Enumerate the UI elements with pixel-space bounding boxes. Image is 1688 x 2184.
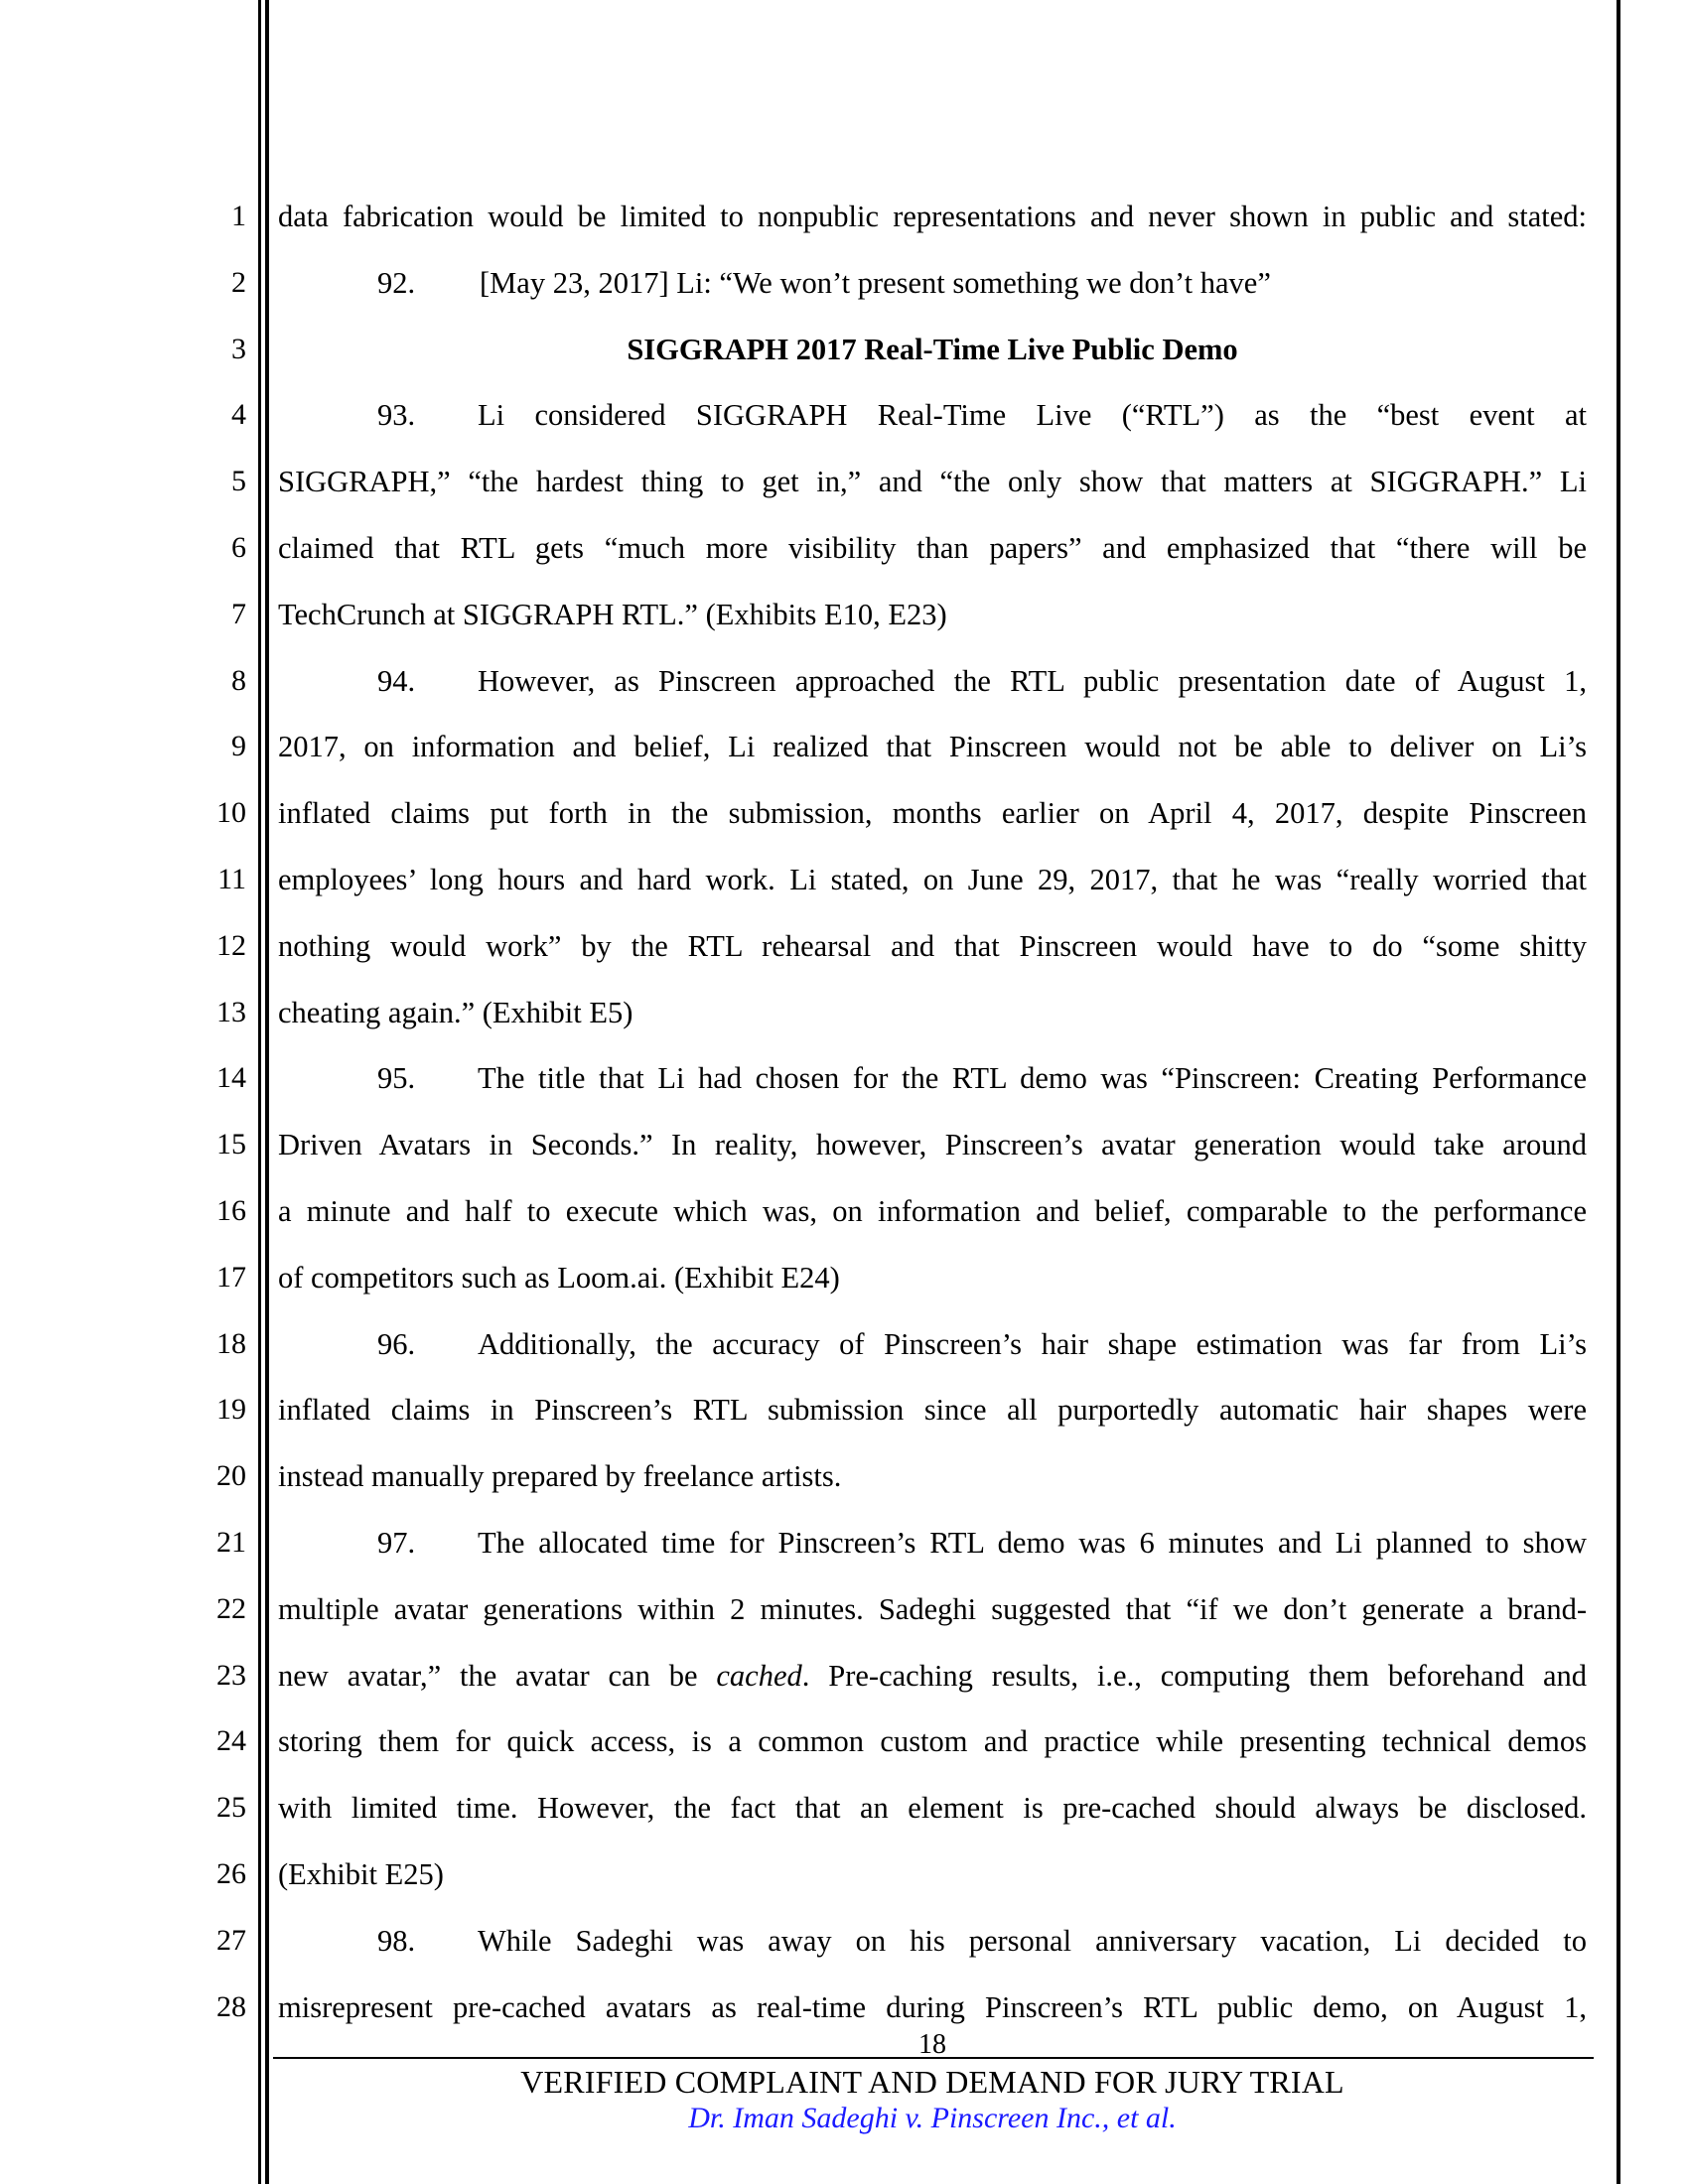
line-number: 10 xyxy=(216,796,246,830)
line-number: 15 xyxy=(216,1128,246,1161)
text-segment: new avatar,” the avatar can be xyxy=(278,1658,717,1693)
text-line: with limited time. However, the fact tha… xyxy=(278,1791,1587,1826)
paragraph-number: 95. xyxy=(377,1061,416,1096)
text-line: instead manually prepared by freelance a… xyxy=(278,1459,842,1494)
line-number: 12 xyxy=(216,928,246,962)
text-line: inflated claims put forth in the submiss… xyxy=(278,796,1587,831)
line-number: 27 xyxy=(216,1923,246,1957)
line-number: 11 xyxy=(217,863,246,895)
line-number: 21 xyxy=(216,1526,246,1559)
text-line: a minute and half to execute which was, … xyxy=(278,1194,1587,1228)
text-line: Driven Avatars in Seconds.” In reality, … xyxy=(278,1128,1587,1162)
text-line: storing them for quick access, is a comm… xyxy=(278,1724,1587,1759)
footer-divider xyxy=(273,2057,1594,2059)
text-line: Li considered SIGGRAPH Real-Time Live (“… xyxy=(478,398,1587,433)
line-number: 22 xyxy=(216,1591,246,1625)
paragraph-number: 96. xyxy=(377,1326,416,1361)
text-line: inflated claims in Pinscreen’s RTL submi… xyxy=(278,1393,1587,1428)
line-number: 19 xyxy=(216,1393,246,1427)
line-number: 9 xyxy=(231,730,246,763)
line-number: 4 xyxy=(231,398,246,432)
line-number: 28 xyxy=(216,1989,246,2023)
line-number: 7 xyxy=(231,597,246,630)
line-number: 23 xyxy=(216,1658,246,1692)
text-line: 2017, on information and belief, Li real… xyxy=(278,730,1587,764)
footer-case-caption: Dr. Iman Sadeghi v. Pinscreen Inc., et a… xyxy=(688,2102,1177,2134)
right-margin-rule xyxy=(1617,0,1620,2184)
text-line: nothing would work” by the RTL rehearsal… xyxy=(278,928,1587,963)
line-number: 16 xyxy=(216,1194,246,1227)
line-number: 18 xyxy=(216,1326,246,1360)
line-number: 6 xyxy=(231,531,246,564)
text-line: The title that Li had chosen for the RTL… xyxy=(478,1061,1587,1096)
left-margin-rule-outer xyxy=(258,0,261,2184)
text-line: SIGGRAPH,” “the hardest thing to get in,… xyxy=(278,465,1587,499)
text-line: The allocated time for Pinscreen’s RTL d… xyxy=(478,1526,1587,1560)
section-heading: SIGGRAPH 2017 Real-Time Live Public Demo xyxy=(627,332,1238,366)
text-line: [May 23, 2017] Li: “We won’t present som… xyxy=(480,265,1271,300)
paragraph-number: 97. xyxy=(377,1526,416,1560)
line-number: 25 xyxy=(216,1791,246,1825)
line-number: 14 xyxy=(216,1061,246,1095)
emphasized-term: cached xyxy=(716,1658,802,1693)
text-line: of competitors such as Loom.ai. (Exhibit… xyxy=(278,1260,840,1295)
footer-title: VERIFIED COMPLAINT AND DEMAND FOR JURY T… xyxy=(520,2064,1344,2100)
left-margin-rule-inner xyxy=(265,0,269,2184)
text-line: TechCrunch at SIGGRAPH RTL.” (Exhibits E… xyxy=(278,597,947,631)
paragraph-number: 92. xyxy=(377,265,416,300)
text-line: claimed that RTL gets “much more visibil… xyxy=(278,531,1587,565)
line-number: 26 xyxy=(216,1857,246,1890)
text-line: While Sadeghi was away on his personal a… xyxy=(478,1923,1587,1958)
line-number: 5 xyxy=(231,465,246,498)
line-number: 3 xyxy=(231,332,246,365)
line-number: 24 xyxy=(216,1724,246,1758)
text-line: cheating again.” (Exhibit E5) xyxy=(278,995,633,1029)
text-segment: . Pre-caching results, i.e., computing t… xyxy=(801,1658,1587,1693)
paragraph-number: 98. xyxy=(377,1923,416,1958)
text-line: data fabrication would be limited to non… xyxy=(278,200,1587,233)
paragraph-number: 94. xyxy=(377,663,416,698)
text-line: employees’ long hours and hard work. Li … xyxy=(278,863,1587,896)
line-number: 17 xyxy=(216,1260,246,1294)
text-line: However, as Pinscreen approached the RTL… xyxy=(478,663,1587,698)
line-number: 1 xyxy=(231,200,246,232)
text-line: multiple avatar generations within 2 min… xyxy=(278,1591,1587,1626)
text-line: (Exhibit E25) xyxy=(278,1857,444,1891)
line-number: 13 xyxy=(216,995,246,1028)
text-line: Additionally, the accuracy of Pinscreen’… xyxy=(478,1326,1587,1361)
paragraph-number: 93. xyxy=(377,398,416,433)
line-number: 20 xyxy=(216,1459,246,1493)
line-number: 8 xyxy=(231,663,246,697)
line-number: 2 xyxy=(231,265,246,299)
text-line: new avatar,” the avatar can be cached. P… xyxy=(278,1643,1587,1709)
